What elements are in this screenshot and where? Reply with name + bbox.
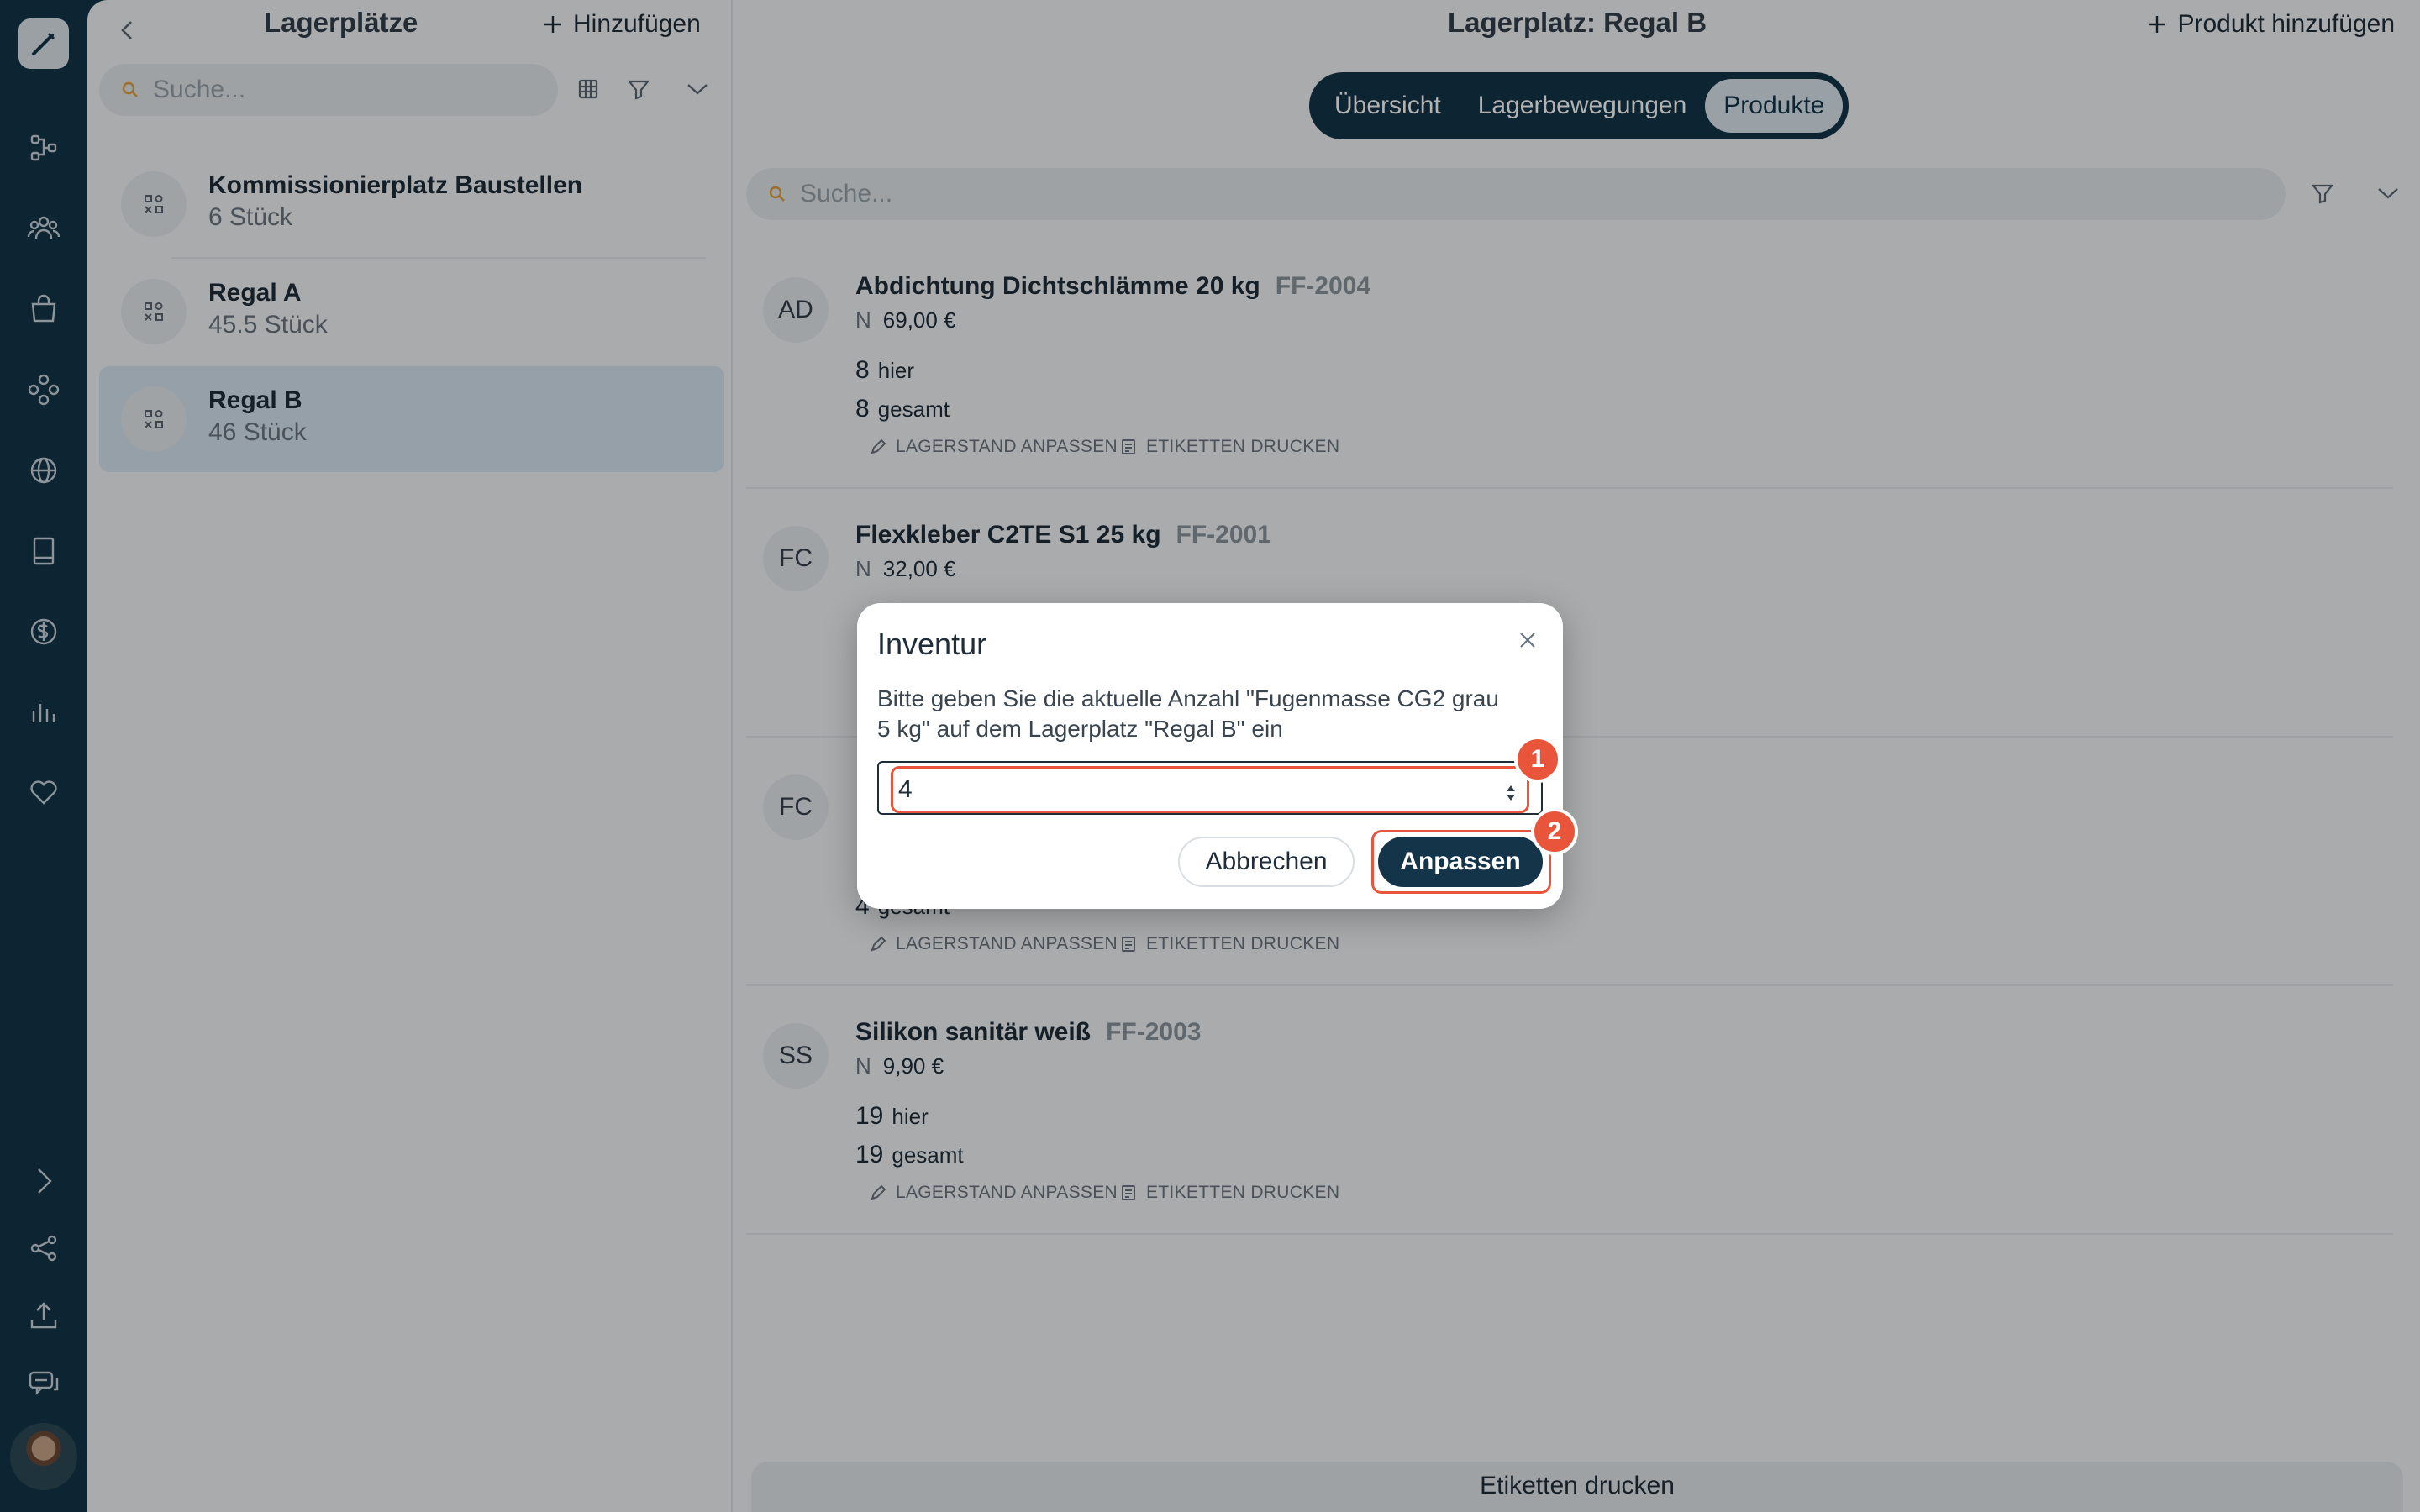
- inventory-dialog: Inventur Bitte geben Sie die aktuelle An…: [857, 603, 1563, 909]
- dialog-title: Inventur: [877, 627, 987, 661]
- quantity-field: 4: [877, 761, 1543, 815]
- stepper-arrows-icon[interactable]: [1505, 784, 1517, 802]
- dialog-message: Bitte geben Sie die aktuelle Anzahl "Fug…: [877, 684, 1549, 744]
- cancel-button[interactable]: Abbrechen: [1178, 837, 1355, 887]
- step-badge: 1: [1514, 736, 1561, 783]
- close-icon[interactable]: [1512, 625, 1543, 655]
- quantity-input[interactable]: 4: [891, 766, 1529, 813]
- quantity-value: 4: [898, 775, 913, 803]
- dialog-message-line: 5 kg" auf dem Lagerplatz "Regal B" ein: [877, 716, 1283, 742]
- step-badge: 2: [1531, 808, 1578, 855]
- dialog-message-line: Bitte geben Sie die aktuelle Anzahl "Fug…: [877, 685, 1499, 711]
- confirm-button[interactable]: Anpassen: [1378, 837, 1543, 887]
